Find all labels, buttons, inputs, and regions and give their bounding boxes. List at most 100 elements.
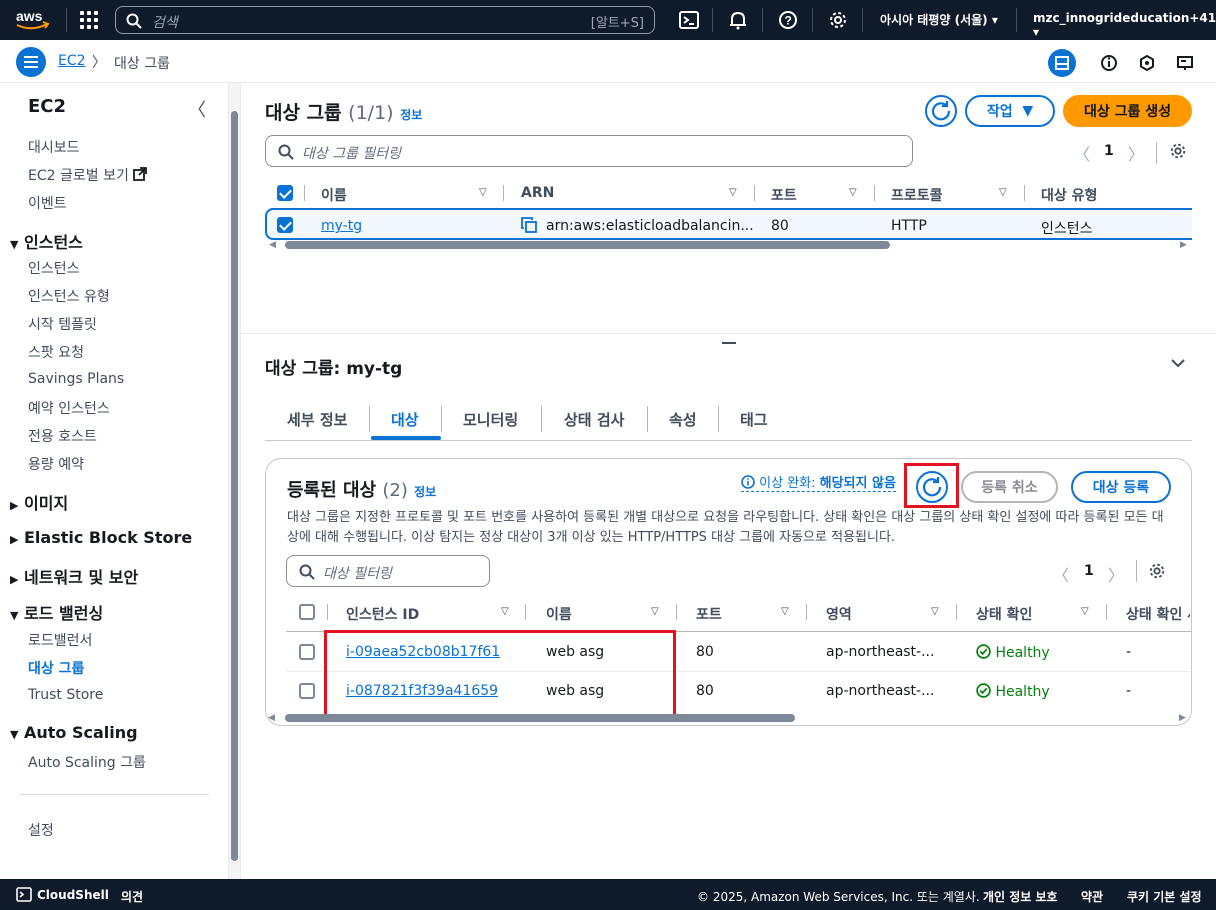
- prev-page-chevron-icon[interactable]: 〈: [1074, 141, 1090, 165]
- copy-icon[interactable]: [521, 217, 537, 233]
- tab-targets[interactable]: 대상: [391, 409, 419, 430]
- column-header-target-type[interactable]: 대상 유형: [1041, 185, 1097, 205]
- privacy-link[interactable]: 개인 정보 보호: [983, 888, 1058, 905]
- refresh-button[interactable]: [925, 95, 957, 127]
- sidebar-item-target-groups[interactable]: 대상 그룹: [28, 658, 84, 678]
- target-group-filter-input[interactable]: 대상 그룹 필터링: [265, 135, 913, 167]
- select-all-targets-checkbox[interactable]: [299, 604, 315, 620]
- sidebar-item-reserved-instances[interactable]: 예약 인스턴스: [28, 398, 110, 418]
- column-header-arn[interactable]: ARN: [521, 185, 554, 201]
- settings-gear-icon[interactable]: [828, 10, 848, 30]
- table-preferences-gear-icon[interactable]: [1169, 142, 1187, 160]
- targets-filter-input[interactable]: 대상 필터링: [286, 555, 490, 587]
- sort-caret-icon[interactable]: ▽: [651, 606, 659, 617]
- sort-caret-icon[interactable]: ▽: [999, 187, 1007, 198]
- sidebar-section-instances[interactable]: ▼ 인스턴스: [10, 229, 83, 253]
- help-icon[interactable]: ?: [778, 10, 798, 30]
- sidebar-section-auto-scaling[interactable]: ▼ Auto Scaling: [10, 723, 138, 742]
- region-selector[interactable]: 아시아 태평양 (서울) ▾: [880, 11, 998, 28]
- sidebar-section-network-security[interactable]: ▶ 네트워크 및 보안: [10, 564, 138, 588]
- scroll-left-arrow-icon[interactable]: ◀: [269, 240, 276, 250]
- sidebar-scrollbar[interactable]: [228, 83, 240, 879]
- screen-tutorial-icon[interactable]: [1171, 49, 1199, 77]
- scroll-right-arrow-icon[interactable]: ▶: [1180, 240, 1187, 250]
- sidebar-item-dedicated-hosts[interactable]: 전용 호스트: [28, 426, 97, 446]
- cookie-preferences-link[interactable]: 쿠키 기본 설정: [1127, 888, 1202, 905]
- tab-attributes[interactable]: 속성: [669, 409, 697, 430]
- scrollbar-thumb[interactable]: [231, 111, 238, 861]
- sort-caret-icon[interactable]: ▽: [849, 187, 857, 198]
- sort-caret-icon[interactable]: ▽: [729, 187, 737, 198]
- sidebar-item-capacity-reservations[interactable]: 용량 예약: [28, 454, 84, 474]
- cloudshell-icon[interactable]: [16, 887, 32, 902]
- sidebar-item-trust-store[interactable]: Trust Store: [28, 687, 103, 703]
- sort-caret-icon[interactable]: ▽: [1081, 606, 1089, 617]
- info-link[interactable]: 정보: [400, 108, 422, 122]
- tab-health-checks[interactable]: 상태 검사: [564, 409, 624, 430]
- sidebar-item-instances[interactable]: 인스턴스: [28, 258, 80, 278]
- sort-caret-icon[interactable]: ▽: [479, 187, 487, 198]
- side-nav-toggle-button[interactable]: [16, 47, 46, 77]
- sort-caret-icon[interactable]: ▽: [931, 606, 939, 617]
- deregister-button[interactable]: 등록 취소: [961, 471, 1058, 503]
- sort-caret-icon[interactable]: ▽: [781, 606, 789, 617]
- account-menu[interactable]: mzc_innogrideducation+41 ▾: [1033, 11, 1216, 39]
- tab-tags[interactable]: 태그: [740, 409, 768, 430]
- register-targets-button[interactable]: 대상 등록: [1071, 471, 1171, 503]
- column-header-instance-id[interactable]: 인스턴스 ID: [346, 604, 419, 624]
- scroll-left-arrow-icon[interactable]: ◀: [268, 713, 275, 723]
- split-panel-icon[interactable]: [1048, 49, 1076, 77]
- row-checkbox[interactable]: [299, 683, 315, 699]
- sidebar-section-ebs[interactable]: ▶ Elastic Block Store: [10, 528, 192, 547]
- sidebar-item-dashboard[interactable]: 대시보드: [28, 137, 80, 157]
- select-all-checkbox[interactable]: [277, 185, 293, 201]
- row-checkbox[interactable]: [277, 217, 293, 233]
- column-header-health-detail[interactable]: 상태 확인 세: [1126, 604, 1190, 624]
- page-number[interactable]: 1: [1084, 563, 1094, 579]
- targets-horizontal-scrollbar[interactable]: [285, 714, 795, 722]
- cloudshell-link[interactable]: CloudShell: [37, 888, 109, 902]
- scroll-right-arrow-icon[interactable]: ▶: [1179, 713, 1186, 723]
- table-preferences-gear-icon[interactable]: [1148, 562, 1166, 580]
- column-header-health-status[interactable]: 상태 확인: [976, 604, 1032, 624]
- prev-page-chevron-icon[interactable]: 〈: [1053, 562, 1069, 586]
- sidebar-item-spot-requests[interactable]: 스팟 요청: [28, 342, 84, 362]
- cloudshell-icon[interactable]: [679, 10, 699, 30]
- sidebar-section-images[interactable]: ▶ 이미지: [10, 490, 68, 514]
- sidebar-item-load-balancers[interactable]: 로드밸런서: [28, 630, 92, 650]
- column-header-name[interactable]: 이름: [321, 185, 347, 205]
- sidebar-item-settings[interactable]: 설정: [28, 820, 54, 840]
- breadcrumb-ec2-link[interactable]: EC2: [58, 53, 86, 69]
- anomaly-mitigation-popover[interactable]: 이상 완화: 해당되지 않음: [741, 472, 896, 492]
- create-target-group-button[interactable]: 대상 그룹 생성: [1063, 95, 1192, 127]
- split-panel-resize-handle[interactable]: [722, 342, 736, 344]
- collapse-chevron-down-icon[interactable]: [1170, 357, 1186, 369]
- aws-logo[interactable]: aws: [14, 7, 50, 33]
- column-header-zone[interactable]: 영역: [826, 604, 852, 624]
- sidebar-item-events[interactable]: 이벤트: [28, 193, 67, 213]
- next-page-chevron-icon[interactable]: 〉: [1128, 141, 1144, 165]
- column-header-port[interactable]: 포트: [771, 185, 797, 205]
- info-link[interactable]: 정보: [414, 485, 436, 499]
- page-number[interactable]: 1: [1104, 143, 1114, 159]
- tab-details[interactable]: 세부 정보: [287, 409, 347, 430]
- info-panel-icon[interactable]: [1095, 49, 1123, 77]
- sidebar-title[interactable]: EC2: [28, 96, 66, 117]
- resource-explorer-icon[interactable]: [1133, 49, 1161, 77]
- sidebar-item-instance-types[interactable]: 인스턴스 유형: [28, 286, 110, 306]
- target-group-name-link[interactable]: my-tg: [321, 218, 362, 234]
- actions-dropdown-button[interactable]: 작업 ▼: [965, 95, 1055, 127]
- sort-caret-icon[interactable]: ▽: [501, 606, 509, 617]
- sidebar-item-asg[interactable]: Auto Scaling 그룹: [28, 752, 146, 772]
- feedback-link[interactable]: 의견: [121, 888, 143, 905]
- sidebar-item-savings-plans[interactable]: Savings Plans: [28, 371, 124, 387]
- table-horizontal-scrollbar[interactable]: [285, 241, 890, 249]
- sidebar-section-load-balancing[interactable]: ▼ 로드 밸런싱: [10, 600, 103, 624]
- next-page-chevron-icon[interactable]: 〉: [1108, 562, 1124, 586]
- terms-link[interactable]: 약관: [1081, 888, 1103, 905]
- column-header-protocol[interactable]: 프로토콜: [891, 185, 943, 205]
- services-grid-icon[interactable]: [80, 11, 98, 29]
- column-header-port[interactable]: 포트: [696, 604, 722, 624]
- sidebar-close-chevron-icon[interactable]: 〈: [188, 96, 206, 122]
- column-header-name[interactable]: 이름: [546, 604, 572, 624]
